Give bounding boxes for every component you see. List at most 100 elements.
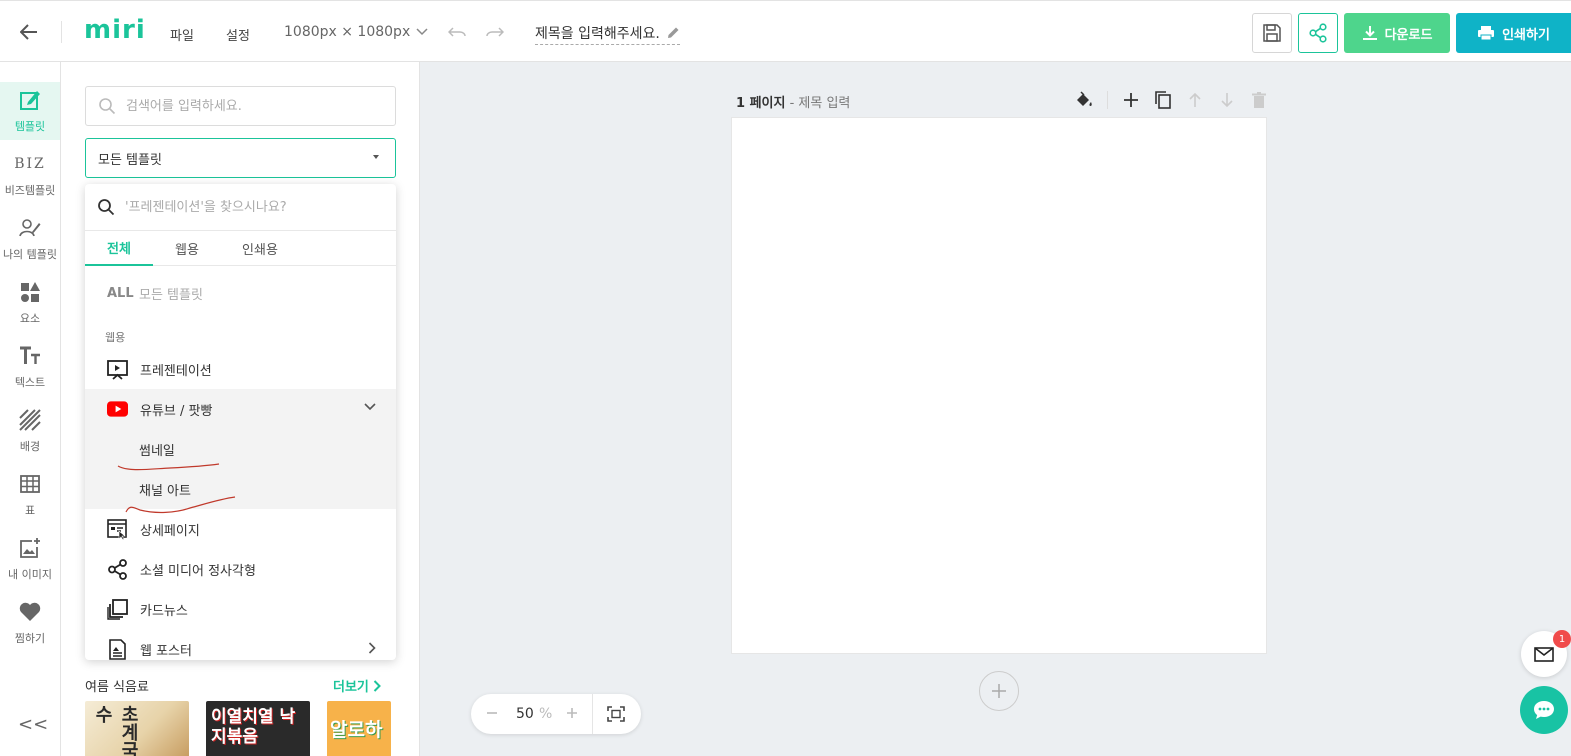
redo-icon[interactable] <box>485 23 505 43</box>
background-icon <box>18 408 42 432</box>
page-label: 1 페이지 - 제목 입력 <box>736 92 850 111</box>
dropdown-subitem-thumbnail[interactable]: 썸네일 <box>85 429 396 469</box>
print-button[interactable]: 인쇄하기 <box>1456 13 1571 53</box>
more-link[interactable]: 더보기 <box>333 676 381 695</box>
top-bar: miri 파일 설정 1080px × 1080px 제목을 입력해주세요. 다… <box>0 0 1571 62</box>
template-search-input[interactable] <box>126 98 386 114</box>
print-label: 인쇄하기 <box>1502 27 1550 43</box>
category-select-value: 모든 템플릿 <box>98 152 162 168</box>
download-icon <box>1362 26 1377 40</box>
title-input[interactable]: 제목을 입력해주세요. <box>535 23 680 45</box>
mail-icon <box>1534 646 1554 662</box>
thumbnail-text: 이열치열 낙지볶음 <box>211 707 296 747</box>
sidebar-item-text[interactable]: 텍스트 <box>0 338 60 396</box>
dropdown-item-youtube[interactable]: 유튜브 / 팟빵 <box>85 389 396 429</box>
template-thumbnail[interactable]: 이열치열 낙지볶음 <box>206 701 310 756</box>
sidebar-item-favorites[interactable]: 찜하기 <box>0 594 60 652</box>
back-arrow-icon[interactable] <box>16 19 42 45</box>
zoom-out-button[interactable] <box>486 703 498 728</box>
share-icon <box>107 558 128 580</box>
sidebar-item-background[interactable]: 배경 <box>0 402 60 460</box>
template-search[interactable] <box>85 86 396 126</box>
table-icon <box>18 472 42 496</box>
trash-icon[interactable] <box>1250 91 1268 109</box>
plus-icon <box>567 708 577 718</box>
category-search[interactable] <box>85 184 396 231</box>
download-label: 다운로드 <box>1384 27 1433 43</box>
collapse-sidebar-button[interactable]: << <box>18 714 48 735</box>
paint-bucket-icon[interactable] <box>1075 91 1093 109</box>
miri-logo[interactable]: miri <box>84 15 146 45</box>
sidebar-item-label: 템플릿 <box>14 120 46 133</box>
dropdown-subitem-channel-art[interactable]: 채널 아트 <box>85 469 396 509</box>
sidebar-item-label: 나의 템플릿 <box>2 248 58 261</box>
page-number: 1 페이지 <box>736 96 786 111</box>
dropdown-item-presentation[interactable]: 프레젠테이션 <box>85 349 396 389</box>
dropdown-item-detail-page[interactable]: 상세페이지 <box>85 509 396 549</box>
dropdown-item-label: 웹 포스터 <box>140 643 192 659</box>
chevron-right-icon <box>368 642 376 654</box>
undo-icon[interactable] <box>447 23 467 43</box>
sidebar-item-label: 찜하기 <box>14 632 46 645</box>
zoom-unit: % <box>539 706 553 722</box>
dropdown-item-label: 모든 템플릿 <box>139 288 203 303</box>
canvas-page[interactable] <box>732 118 1266 653</box>
page-title-input[interactable]: 제목 입력 <box>798 96 850 111</box>
category-select[interactable]: 모든 템플릿 <box>85 138 396 178</box>
shapes-icon <box>18 280 42 304</box>
text-icon <box>18 344 42 368</box>
category-search-input[interactable] <box>125 199 385 215</box>
sidebar-item-biz-template[interactable]: BIZ 비즈템플릿 <box>0 146 60 204</box>
add-image-icon <box>18 536 42 560</box>
add-page-icon[interactable] <box>1122 91 1140 109</box>
category-tabs: 전체 웹용 인쇄용 <box>85 231 396 266</box>
zoom-in-button[interactable] <box>566 703 578 728</box>
poster-icon <box>107 638 128 660</box>
settings-menu[interactable]: 설정 <box>226 25 250 44</box>
biz-icon: BIZ <box>14 156 46 172</box>
card-news-icon <box>107 598 128 620</box>
page-toolbar <box>1075 90 1268 110</box>
sidebar-item-template[interactable]: 템플릿 <box>0 82 60 140</box>
dropdown-item-all-templates[interactable]: ALL 모든 템플릿 <box>107 284 203 303</box>
add-page-button[interactable] <box>979 671 1019 711</box>
tab-all[interactable]: 전체 <box>85 231 153 266</box>
dropdown-item-card-news[interactable]: 카드뉴스 <box>85 589 396 629</box>
template-thumbnail[interactable]: 알로하 <box>327 701 391 756</box>
dropdown-item-social-square[interactable]: 소셜 미디어 정사각형 <box>85 549 396 589</box>
sidebar-item-label: 표 <box>24 504 36 517</box>
save-button[interactable] <box>1252 13 1292 53</box>
sidebar-item-my-template[interactable]: 나의 템플릿 <box>0 210 60 268</box>
share-button[interactable] <box>1298 13 1338 53</box>
move-down-icon[interactable] <box>1218 91 1236 109</box>
notification-badge: 1 <box>1553 630 1571 648</box>
thumbnail-text: 초계국수 <box>92 705 139 756</box>
dropdown-item-web-poster[interactable]: 웹 포스터 <box>85 629 396 660</box>
canvas-size-select[interactable]: 1080px × 1080px <box>284 24 428 40</box>
duplicate-page-icon[interactable] <box>1154 91 1172 109</box>
tab-print[interactable]: 인쇄용 <box>227 231 293 266</box>
move-up-icon[interactable] <box>1186 91 1204 109</box>
template-thumbnail[interactable]: 초계국수 <box>85 701 189 756</box>
download-button[interactable]: 다운로드 <box>1344 13 1450 53</box>
tab-web[interactable]: 웹용 <box>157 231 217 266</box>
my-template-icon <box>18 216 42 240</box>
all-tag: ALL <box>107 286 134 301</box>
sidebar-item-my-images[interactable]: 내 이미지 <box>0 530 60 588</box>
pencil-icon <box>667 27 679 38</box>
sidebar-item-table[interactable]: 표 <box>0 466 60 524</box>
zoom-control: 50 % <box>471 694 641 734</box>
chat-button[interactable] <box>1520 686 1568 734</box>
fit-screen-icon[interactable] <box>606 705 626 723</box>
sidebar-item-elements[interactable]: 요소 <box>0 274 60 332</box>
plus-icon <box>992 684 1006 698</box>
detail-page-icon <box>107 518 128 540</box>
title-text[interactable]: 제목을 입력해주세요. <box>535 23 660 43</box>
printer-icon <box>1478 26 1495 41</box>
divider <box>1107 91 1108 109</box>
file-menu[interactable]: 파일 <box>170 25 194 44</box>
zoom-value[interactable]: 50 <box>516 706 534 722</box>
group-label-web: 웹용 <box>105 331 126 344</box>
chevron-down-icon <box>416 28 428 36</box>
dropdown-item-label: 프레젠테이션 <box>140 363 212 379</box>
